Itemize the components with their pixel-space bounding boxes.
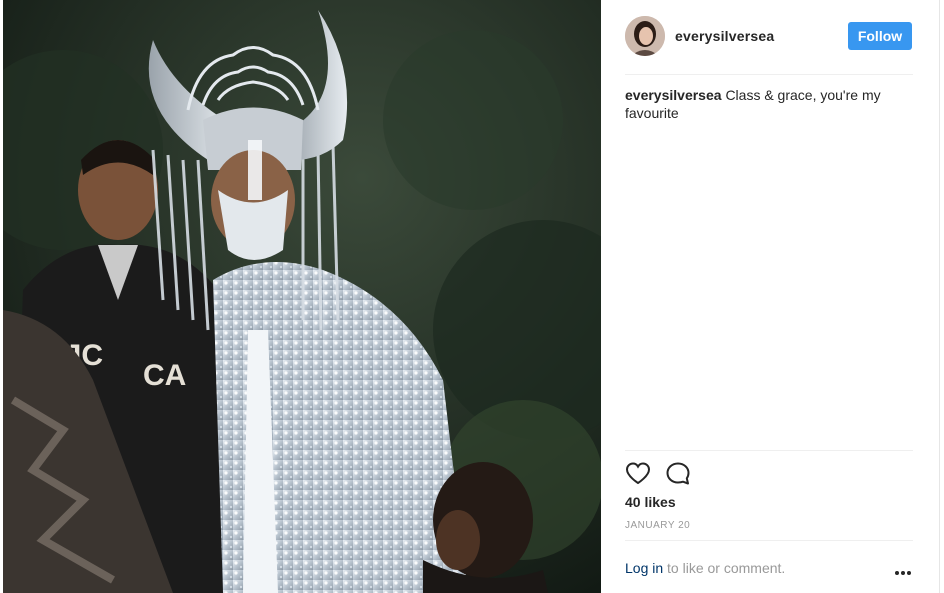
frame-border xyxy=(939,0,940,593)
header-divider xyxy=(625,74,913,75)
likes-count[interactable]: 40 likes xyxy=(625,494,676,510)
comment-prompt: Log in to like or comment. xyxy=(625,560,913,576)
avatar[interactable] xyxy=(625,16,665,56)
svg-text:CA: CA xyxy=(143,359,186,392)
post-sidebar: everysilversea Follow everysilversea Cla… xyxy=(601,0,939,593)
instagram-post: AJC CA xyxy=(0,0,944,593)
post-photo[interactable]: AJC CA xyxy=(3,0,601,593)
comment-divider xyxy=(625,540,913,541)
follow-button[interactable]: Follow xyxy=(848,22,912,50)
heart-icon[interactable] xyxy=(625,461,651,487)
caption: everysilversea Class & grace, you're my … xyxy=(625,86,913,122)
username[interactable]: everysilversea xyxy=(675,28,774,44)
photo-costumed-figure: AJC CA xyxy=(3,0,601,593)
action-bar xyxy=(625,461,913,489)
caption-username[interactable]: everysilversea xyxy=(625,87,722,103)
more-options-icon[interactable] xyxy=(894,565,912,575)
post-header: everysilversea Follow xyxy=(625,16,913,58)
post-date[interactable]: JANUARY 20 xyxy=(625,520,690,531)
login-link[interactable]: Log in xyxy=(625,560,663,576)
avatar-image xyxy=(625,16,665,56)
comment-bubble-icon[interactable] xyxy=(665,461,691,487)
actions-divider xyxy=(625,450,913,451)
comment-prompt-text: to like or comment. xyxy=(663,560,786,576)
